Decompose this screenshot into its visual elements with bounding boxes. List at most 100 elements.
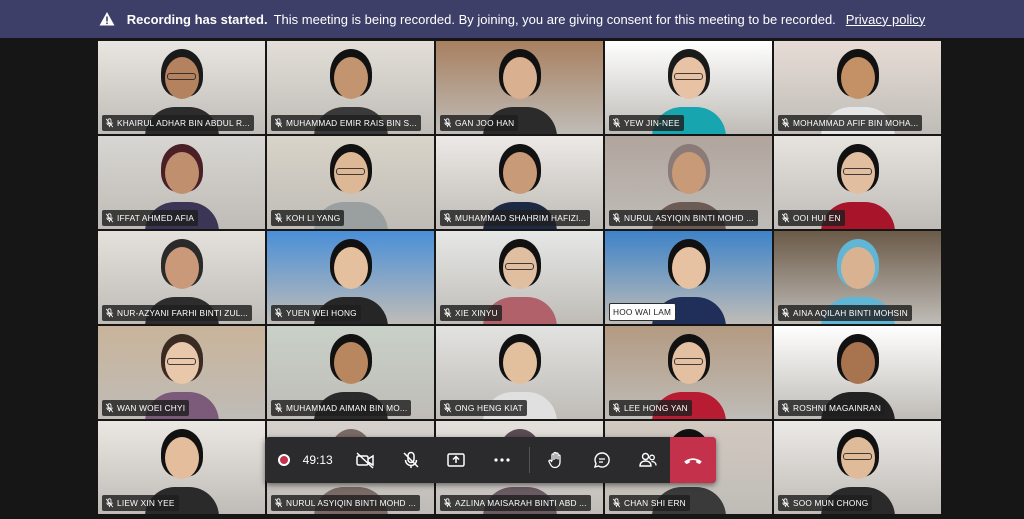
camera-off-button[interactable]	[342, 437, 388, 483]
mic-muted-icon	[274, 498, 283, 508]
participant-tile[interactable]: MOHAMMAD AFIF BIN MOHA...	[774, 41, 941, 134]
participant-tile[interactable]: AINA AQILAH BINTI MOHSIN	[774, 231, 941, 324]
participant-name: LIEW XIN YEE	[117, 498, 175, 508]
raise-hand-button[interactable]	[534, 437, 580, 483]
mic-off-button[interactable]	[388, 437, 434, 483]
hang-up-button[interactable]	[670, 437, 717, 483]
privacy-policy-link[interactable]: Privacy policy	[846, 12, 925, 27]
participant-name: ONG HENG KIAT	[455, 403, 523, 413]
participant-tile[interactable]: GAN JOO HAN	[436, 41, 603, 134]
glasses	[673, 358, 703, 365]
people-icon	[638, 452, 657, 467]
participants-button[interactable]	[625, 437, 671, 483]
glasses	[842, 453, 872, 460]
participant-name: ROSHNI MAGAINRAN	[793, 403, 882, 413]
chat-icon	[594, 452, 610, 469]
mic-muted-icon	[781, 403, 790, 413]
participant-tile[interactable]: YEW JIN-NEE	[605, 41, 772, 134]
controls-divider	[528, 447, 530, 473]
participant-name: MUHAMMAD AIMAN BIN MO...	[286, 403, 408, 413]
participant-tile[interactable]: LEE HONG YAN	[605, 326, 772, 419]
more-actions-button[interactable]	[479, 437, 525, 483]
mic-off-icon	[403, 451, 419, 468]
participant-tile[interactable]: NURUL ASYIQIN BINTI MOHD ...	[605, 136, 772, 229]
participant-tile[interactable]: XIE XINYU	[436, 231, 603, 324]
mic-muted-icon	[443, 498, 452, 508]
participant-name: YUEN WEI HONG	[286, 308, 357, 318]
participant-tile[interactable]: KOH LI YANG	[267, 136, 434, 229]
participant-tile[interactable]: HOO WAI LAM	[605, 231, 772, 324]
participant-tile[interactable]: OOI HUI EN	[774, 136, 941, 229]
participant-name: OOI HUI EN	[793, 213, 841, 223]
participant-tile[interactable]: MUHAMMAD AIMAN BIN MO...	[267, 326, 434, 419]
recording-indicator	[265, 437, 303, 483]
participant-name: IFFAT AHMED AFIA	[117, 213, 195, 223]
participant-name-label: GAN JOO HAN	[440, 115, 519, 131]
participant-tile[interactable]: NUR-AZYANI FARHI BINTI ZUL...	[98, 231, 265, 324]
participant-name: YEW JIN-NEE	[624, 118, 680, 128]
camera-off-icon	[356, 452, 374, 469]
participant-name-label: KHAIRUL ADHAR BIN ABDUL R...	[102, 115, 254, 131]
mic-muted-icon	[274, 118, 283, 128]
participant-name-label: WAN WOEI CHYI	[102, 400, 190, 416]
banner-message: This meeting is being recorded. By joini…	[273, 11, 836, 27]
banner-title: Recording has started.	[126, 11, 268, 27]
glasses	[166, 358, 196, 365]
participant-name: GAN JOO HAN	[455, 118, 515, 128]
participant-tile[interactable]: ROSHNI MAGAINRAN	[774, 326, 941, 419]
glasses	[504, 263, 534, 270]
chat-button[interactable]	[579, 437, 625, 483]
participant-name-label: NURUL ASYIQIN BINTI MOHD ...	[609, 210, 758, 226]
participant-name: SOO MUN CHONG	[793, 498, 869, 508]
mic-muted-icon	[443, 403, 452, 413]
mic-muted-icon	[612, 498, 621, 508]
warning-icon	[99, 12, 115, 26]
participant-name: NURUL ASYIQIN BINTI MOHD ...	[624, 213, 754, 223]
participant-tile[interactable]: MUHAMMAD SHAHRIM HAFIZI...	[436, 136, 603, 229]
participant-tile[interactable]: WAN WOEI CHYI	[98, 326, 265, 419]
participant-name-label: ROSHNI MAGAINRAN	[778, 400, 886, 416]
mic-muted-icon	[274, 308, 283, 318]
mic-muted-icon	[105, 498, 114, 508]
mic-muted-icon	[781, 118, 790, 128]
participant-name-label: XIE XINYU	[440, 305, 502, 321]
recording-dot-icon	[277, 454, 290, 466]
mic-muted-icon	[612, 213, 621, 223]
mic-muted-icon	[781, 308, 790, 318]
mic-muted-icon	[105, 213, 114, 223]
participant-name-label: LEE HONG YAN	[609, 400, 692, 416]
participant-name-label: OOI HUI EN	[778, 210, 845, 226]
participant-name: MUHAMMAD EMIR RAIS BIN S...	[286, 118, 417, 128]
participant-name-label: MUHAMMAD SHAHRIM HAFIZI...	[440, 210, 591, 226]
video-stage: KHAIRUL ADHAR BIN ABDUL R... MUHAMMAD EMI…	[0, 38, 1024, 519]
participant-name-label: YUEN WEI HONG	[271, 305, 361, 321]
participant-name: HOO WAI LAM	[613, 307, 672, 317]
mic-muted-icon	[781, 213, 790, 223]
participant-tile[interactable]: KHAIRUL ADHAR BIN ABDUL R...	[98, 41, 265, 134]
participant-tile[interactable]: SOO MUN CHONG	[774, 421, 941, 514]
participant-tile[interactable]: IFFAT AHMED AFIA	[98, 136, 265, 229]
participant-tile[interactable]: YUEN WEI HONG	[267, 231, 434, 324]
participant-name: MUHAMMAD SHAHRIM HAFIZI...	[455, 213, 587, 223]
participant-name: XIE XINYU	[455, 308, 498, 318]
participant-name-label: CHAN SHI ERN	[609, 495, 690, 511]
mic-muted-icon	[612, 118, 621, 128]
participant-name-label: NUR-AZYANI FARHI BINTI ZUL...	[102, 305, 253, 321]
share-screen-button[interactable]	[433, 437, 479, 483]
participant-name-label: LIEW XIN YEE	[102, 495, 179, 511]
participant-name-label: MOHAMMAD AFIF BIN MOHA...	[778, 115, 923, 131]
participant-name-label: MUHAMMAD EMIR RAIS BIN S...	[271, 115, 421, 131]
participant-tile[interactable]: ONG HENG KIAT	[436, 326, 603, 419]
participant-name: LEE HONG YAN	[624, 403, 688, 413]
participant-tile[interactable]: MUHAMMAD EMIR RAIS BIN S...	[267, 41, 434, 134]
glasses	[673, 73, 703, 80]
participant-name-label: IFFAT AHMED AFIA	[102, 210, 199, 226]
participant-tile[interactable]: LIEW XIN YEE	[98, 421, 265, 514]
phone-hangup-icon	[684, 458, 703, 465]
participant-name-label: YEW JIN-NEE	[609, 115, 684, 131]
participant-name-label: AINA AQILAH BINTI MOHSIN	[778, 305, 912, 321]
participant-name-label: MUHAMMAD AIMAN BIN MO...	[271, 400, 412, 416]
mic-muted-icon	[443, 308, 452, 318]
participant-name: MOHAMMAD AFIF BIN MOHA...	[793, 118, 919, 128]
participant-name-label: KOH LI YANG	[271, 210, 345, 226]
